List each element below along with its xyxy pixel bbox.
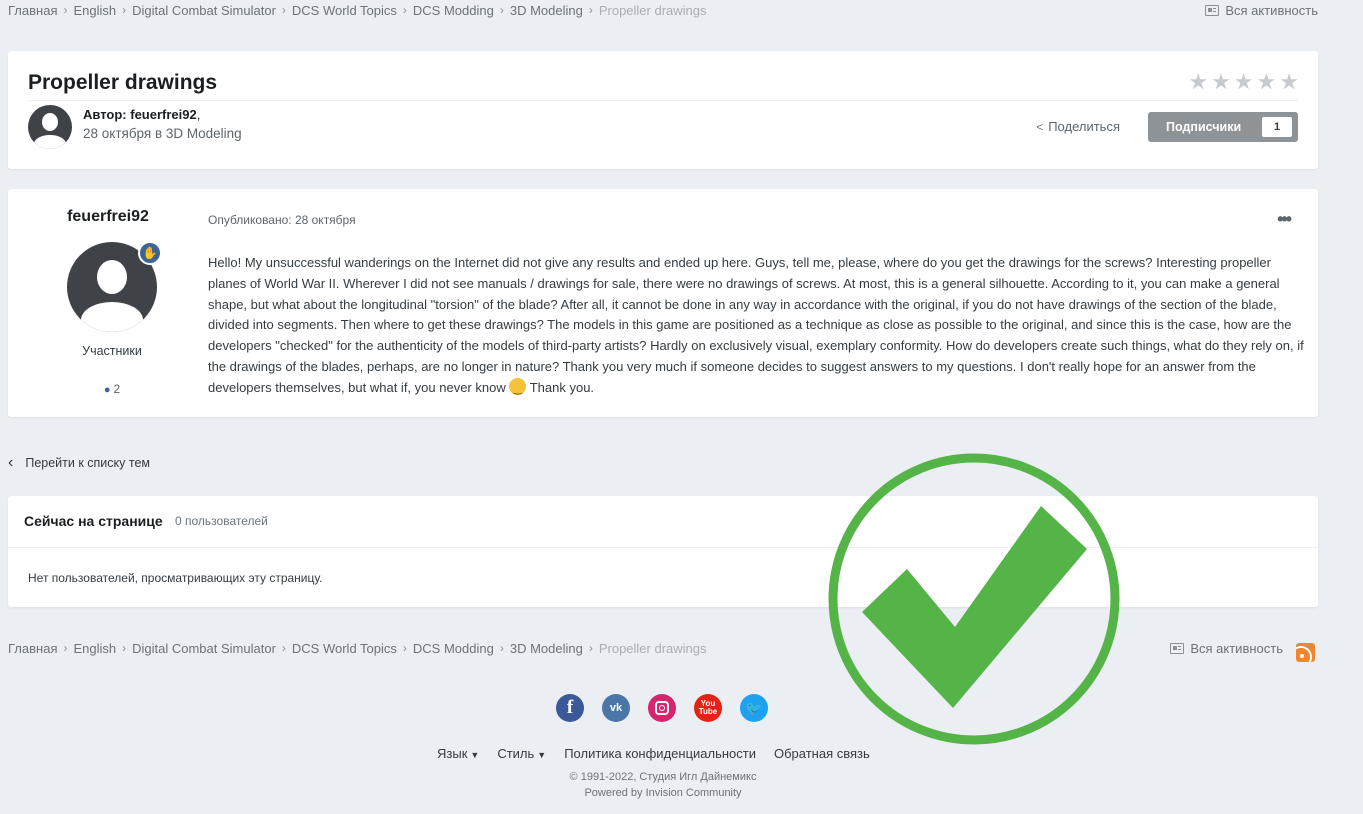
follow-button[interactable]: Подписчики 1 (1148, 112, 1298, 142)
divider (8, 547, 1318, 548)
chevron-right-icon: › (281, 3, 286, 17)
topic-header: Propeller drawings ★ ★ ★ ★ ★ Автор: feue… (8, 51, 1318, 169)
chevron-right-icon: › (402, 3, 407, 17)
follow-count: 1 (1262, 117, 1292, 137)
breadcrumb-item-current: Propeller drawings (598, 2, 707, 18)
breadcrumb-item-modding[interactable]: DCS Modding (413, 641, 494, 656)
breadcrumb-bottom: Главная › English › Digital Combat Simulat… (8, 638, 707, 658)
footer-links: Язык ▼ Стиль ▼ Политика конфиденциальности… (437, 746, 870, 761)
online-title: Сейчас на странице (24, 513, 163, 529)
follow-label: Подписчики (1166, 120, 1242, 134)
online-empty-message: Нет пользователей, просматривающих эту с… (28, 571, 323, 585)
chevron-right-icon: › (588, 3, 593, 17)
breadcrumb-item-modding[interactable]: DCS Modding (413, 3, 494, 18)
share-label: Поделиться (1048, 119, 1120, 134)
powered-by[interactable]: Powered by Invision Community (0, 787, 1326, 799)
breadcrumb-item-3d-modeling[interactable]: 3D Modeling (510, 641, 583, 656)
chevron-right-icon: › (281, 641, 286, 655)
chevron-right-icon: › (588, 641, 593, 655)
chevron-right-icon: › (499, 641, 504, 655)
copyright: © 1991-2022, Студия Игл Дайнемикс (569, 771, 757, 783)
twitter-icon[interactable]: 🐦 (740, 694, 768, 722)
chevron-right-icon: › (122, 641, 127, 655)
breadcrumb-item-current: Propeller drawings (598, 640, 707, 656)
post: feuerfrei92 ✋ Участники ● 2 Опубликовано:… (8, 189, 1318, 417)
activity-icon (1170, 642, 1185, 654)
caret-down-icon: ▼ (537, 750, 547, 760)
share-button[interactable]: < Поделиться (1036, 119, 1120, 134)
breadcrumb-item-world-topics[interactable]: DCS World Topics (292, 3, 397, 18)
poster-name[interactable]: feuerfrei92 (8, 208, 208, 226)
online-count: 0 пользователей (175, 514, 268, 528)
all-activity-link-top[interactable]: Вся активность (1205, 0, 1318, 20)
author-avatar[interactable] (28, 105, 72, 149)
star-icon[interactable]: ★ (1257, 71, 1277, 93)
activity-icon (1205, 4, 1220, 16)
post-count: ● 2 (8, 382, 216, 396)
share-icon: < (1036, 119, 1044, 134)
social-links: f vk You Tube 🐦 (556, 694, 768, 722)
language-menu[interactable]: Язык ▼ (437, 746, 479, 761)
page-title: Propeller drawings (28, 71, 218, 94)
theme-menu[interactable]: Стиль ▼ (497, 746, 546, 761)
breadcrumb-item-world-topics[interactable]: DCS World Topics (292, 641, 397, 656)
post-body-end: Thank you. (526, 379, 595, 395)
youtube-icon[interactable]: You Tube (694, 694, 722, 722)
chevron-right-icon: › (122, 3, 127, 17)
all-activity-label: Вся активность (1190, 640, 1283, 656)
rss-icon[interactable] (1296, 643, 1315, 662)
post-count-value: 2 (113, 382, 121, 396)
member-group: Участники (82, 344, 142, 358)
breadcrumb-item-english[interactable]: English (73, 3, 116, 18)
caret-down-icon: ▼ (470, 750, 480, 760)
instagram-icon[interactable] (648, 694, 676, 722)
topic-date-line: 28 октября в 3D Modeling (83, 126, 242, 141)
smiley-icon (509, 377, 527, 400)
author-link[interactable]: feuerfrei92 (130, 107, 196, 122)
post-body: Hello! My unsuccessful wanderings on the… (208, 255, 1304, 395)
facebook-icon[interactable]: f (556, 694, 584, 722)
star-icon[interactable]: ★ (1234, 71, 1254, 93)
comment-icon: ● (103, 384, 111, 396)
rating-stars[interactable]: ★ ★ ★ ★ ★ (1188, 71, 1299, 93)
theme-label: Стиль (497, 746, 535, 761)
more-options-icon[interactable]: ••• (1277, 209, 1292, 230)
star-icon[interactable]: ★ (1188, 71, 1208, 93)
breadcrumb-item-home[interactable]: Главная (8, 3, 57, 18)
back-link-label: Перейти к списку тем (25, 456, 150, 470)
chevron-right-icon: › (402, 641, 407, 655)
all-activity-link-bottom[interactable]: Вся активность (1170, 638, 1283, 658)
privacy-link[interactable]: Политика конфиденциальности (564, 746, 756, 761)
breadcrumb-item-home[interactable]: Главная (8, 641, 57, 656)
chevron-right-icon: › (63, 641, 68, 655)
language-label: Язык (437, 746, 468, 761)
chevron-right-icon: › (499, 3, 504, 17)
post-content: Hello! My unsuccessful wanderings on the… (208, 253, 1305, 400)
breadcrumb-item-3d-modeling[interactable]: 3D Modeling (510, 3, 583, 18)
breadcrumb-top: Главная › English › Digital Combat Simulat… (8, 0, 707, 20)
chevron-right-icon: › (63, 3, 68, 17)
chevron-left-icon: ‹ (8, 454, 14, 471)
hand-icon: ✋ (138, 241, 162, 265)
breadcrumb-item-dcs[interactable]: Digital Combat Simulator (132, 3, 276, 18)
all-activity-label: Вся активность (1225, 2, 1318, 18)
star-icon[interactable]: ★ (1279, 71, 1299, 93)
vk-icon[interactable]: vk (602, 694, 630, 722)
breadcrumb-item-english[interactable]: English (73, 641, 116, 656)
back-to-topics-link[interactable]: ‹ Перейти к списку тем (8, 454, 150, 472)
posted-on: Опубликовано: 28 октября (208, 213, 356, 227)
star-icon[interactable]: ★ (1211, 71, 1231, 93)
breadcrumb-item-dcs[interactable]: Digital Combat Simulator (132, 641, 276, 656)
contact-link[interactable]: Обратная связь (774, 746, 870, 761)
online-users: Сейчас на странице 0 пользователей Нет п… (8, 496, 1318, 607)
divider (28, 100, 1298, 101)
author-line: Автор: feuerfrei92, (83, 107, 200, 122)
author-suffix: , (196, 107, 201, 122)
author-prefix: Автор: (83, 107, 127, 122)
